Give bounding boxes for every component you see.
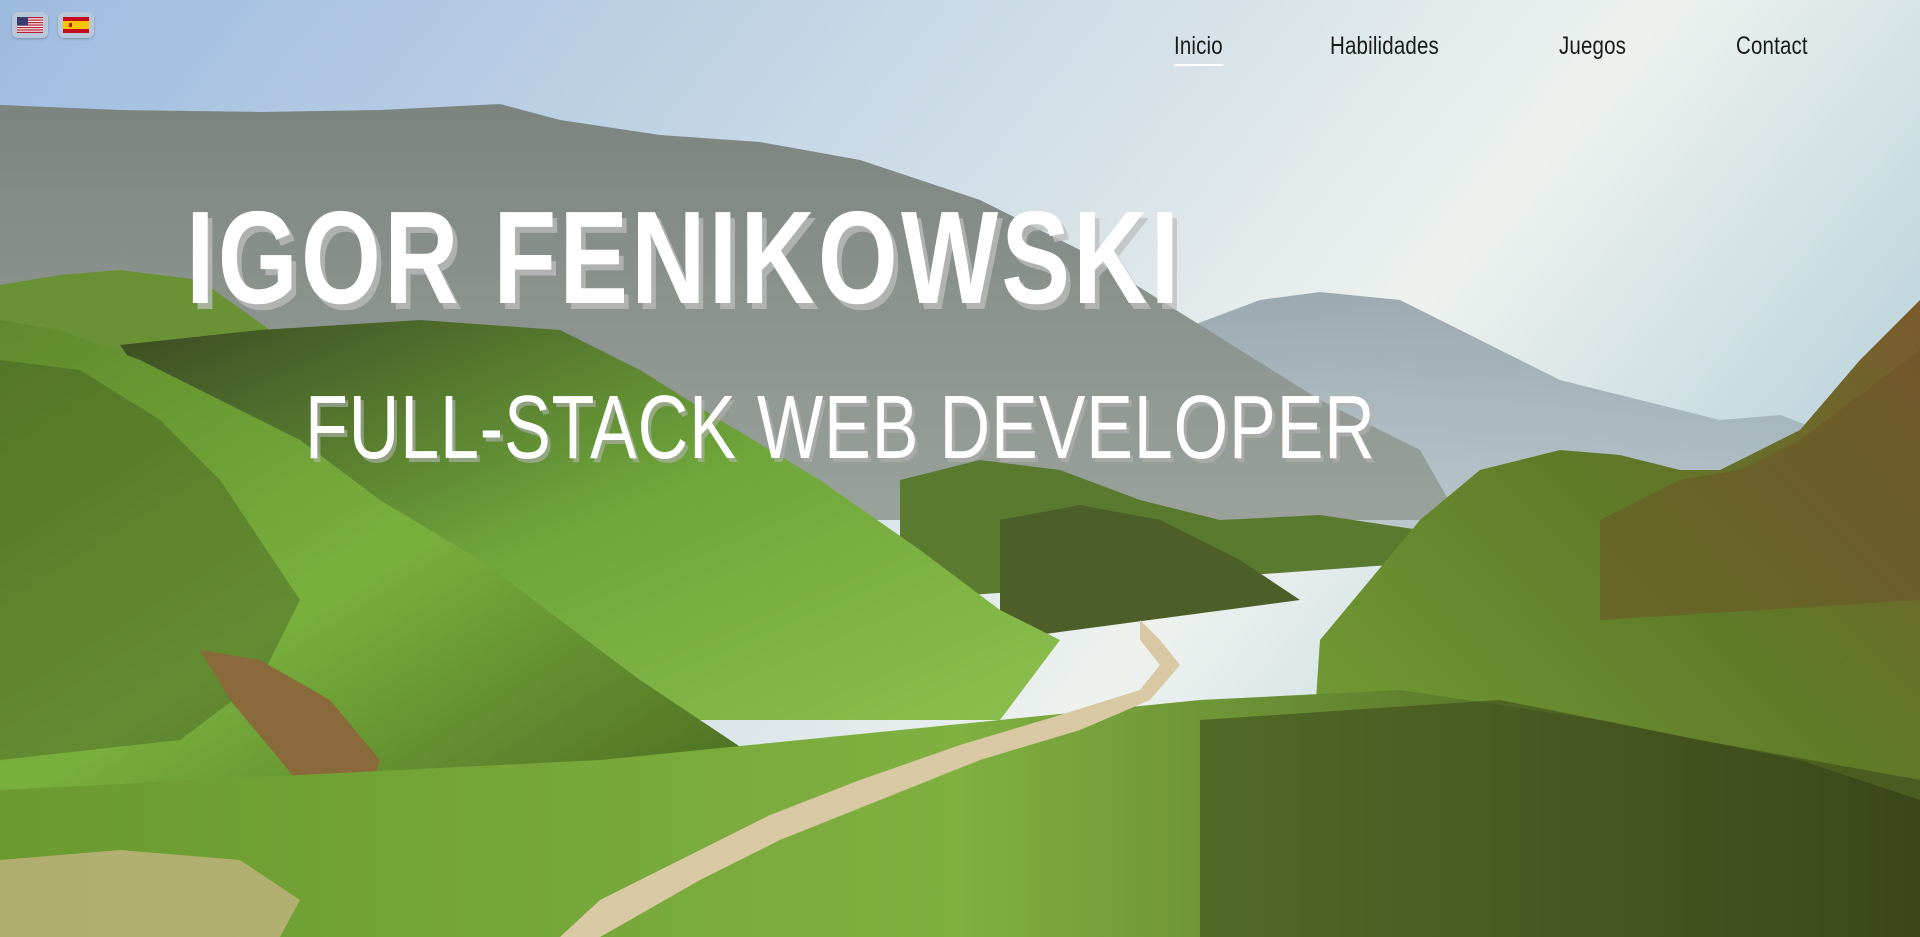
hero-section: Inicio Habilidades Juegos Contact IGOR F… — [0, 0, 1920, 937]
language-en-button[interactable] — [12, 12, 48, 38]
language-switcher — [12, 12, 94, 38]
nav-item-juegos[interactable]: Juegos — [1559, 32, 1626, 66]
nav-item-contact[interactable]: Contact — [1736, 32, 1808, 66]
nav-item-inicio[interactable]: Inicio — [1174, 32, 1224, 66]
us-flag-icon — [17, 17, 43, 33]
hero-role-subtitle: FULL-STACK WEB DEVELOPER — [305, 378, 1376, 478]
hero-name-heading: IGOR FENIKOWSKI — [186, 184, 1183, 331]
main-nav: Inicio Habilidades Juegos Contact — [1174, 32, 1824, 66]
spain-flag-icon — [63, 17, 89, 33]
nav-item-habilidades[interactable]: Habilidades — [1330, 32, 1439, 66]
language-es-button[interactable] — [58, 12, 94, 38]
